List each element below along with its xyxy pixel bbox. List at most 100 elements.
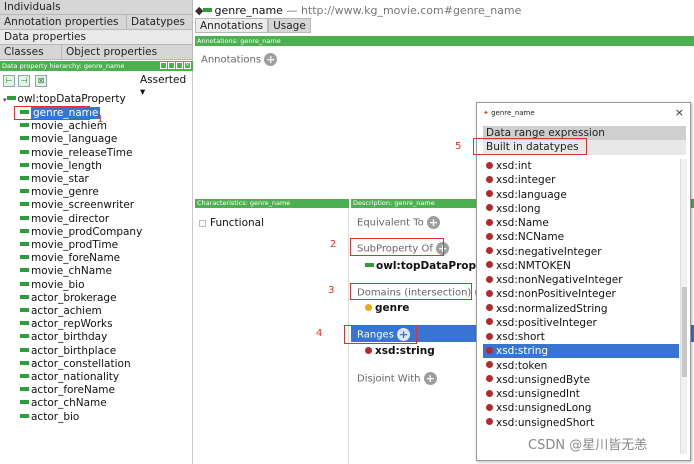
tree-item[interactable]: movie_length	[20, 160, 102, 173]
datatype-item[interactable]: xsd:positiveInteger	[483, 316, 679, 330]
tree-item-label: actor_birthday	[31, 331, 108, 344]
tree-item[interactable]: movie_prodCompany	[20, 226, 142, 239]
tree-item[interactable]: movie_screenwriter	[20, 199, 134, 212]
datatype-icon	[486, 389, 493, 397]
annotation-tabs: Annotations Usage	[195, 18, 311, 33]
datatype-item[interactable]: xsd:long	[483, 202, 679, 216]
marker-box-2	[350, 238, 444, 256]
tree-item[interactable]: actor_bio	[20, 411, 79, 424]
datatype-item[interactable]: xsd:NMTOKEN	[483, 259, 679, 273]
tree-item[interactable]: movie_star	[20, 173, 89, 186]
tree-item[interactable]: actor_chName	[20, 397, 107, 410]
datatype-icon	[486, 318, 493, 326]
tree-item[interactable]: actor_achiem	[20, 305, 102, 318]
datatype-item[interactable]: xsd:nonPositiveInteger	[483, 287, 679, 301]
datatype-item[interactable]: xsd:language	[483, 188, 679, 202]
tree-item[interactable]: movie_prodTime	[20, 239, 118, 252]
datatype-icon	[486, 289, 493, 297]
tree-item[interactable]: actor_birthplace	[20, 345, 116, 358]
marker-number-4: 4	[316, 328, 323, 339]
tree-item[interactable]: movie_genre	[20, 186, 99, 199]
tree-item[interactable]: actor_foreName	[20, 384, 115, 397]
datatype-item[interactable]: xsd:unsignedByte	[483, 373, 679, 387]
tree-item[interactable]: movie_director	[20, 213, 109, 226]
tab-classes[interactable]: Classes	[0, 45, 62, 60]
tree-item[interactable]: movie_bio	[20, 279, 85, 292]
datatype-item[interactable]: xsd:unsignedLong	[483, 401, 679, 415]
tree-item[interactable]: actor_constellation	[20, 358, 131, 371]
functional-label: Functional	[210, 217, 265, 229]
datatype-item[interactable]: xsd:unsignedShort	[483, 416, 679, 430]
close-view-icon[interactable]: ×	[184, 62, 191, 69]
domain-value[interactable]: genre	[365, 302, 409, 314]
datatype-item[interactable]: xsd:unsignedInt	[483, 387, 679, 401]
datatype-item[interactable]: xsd:nonNegativeInteger	[483, 273, 679, 287]
tree-item-label: actor_nationality	[31, 371, 120, 383]
datatype-icon	[486, 375, 493, 383]
datatype-item[interactable]: xsd:negativeInteger	[483, 245, 679, 259]
functional-checkbox[interactable]: Functional	[199, 217, 264, 229]
tab-data-properties[interactable]: Data properties	[0, 30, 193, 45]
data-property-icon	[20, 400, 29, 405]
datatype-item[interactable]: xsd:integer	[483, 173, 679, 187]
tree-root[interactable]: ▾ owl:topDataProperty	[3, 93, 126, 106]
pin-icon[interactable]	[160, 62, 167, 69]
add-sibling-icon[interactable]: ⊣	[18, 75, 30, 87]
add-annotation-icon[interactable]: +	[264, 53, 278, 66]
datatype-item[interactable]: xsd:string	[483, 344, 679, 359]
tree-item-label: movie_achiem	[31, 120, 107, 133]
tree-item[interactable]: movie_releaseTime	[20, 147, 132, 160]
tab-annotation-properties[interactable]: Annotation properties	[0, 15, 127, 30]
tree-item[interactable]: movie_chName	[20, 265, 112, 278]
datatype-label: xsd:NCName	[496, 231, 565, 244]
tree-item-label: movie_director	[31, 212, 110, 225]
tree-item[interactable]: movie_language	[20, 133, 117, 146]
checkbox-box[interactable]	[199, 219, 206, 227]
tree-item[interactable]: actor_nationality	[20, 371, 119, 384]
datatype-icon	[486, 247, 493, 254]
data-property-icon	[20, 189, 29, 194]
add-subproperty-icon[interactable]: ⊢	[3, 75, 15, 87]
datatype-item[interactable]: xsd:short	[483, 330, 679, 344]
scrollbar-thumb[interactable]	[682, 287, 687, 377]
hierarchy-header-label: Data property hierarchy: genre_name	[2, 62, 125, 70]
range-value[interactable]: xsd:string	[365, 345, 435, 357]
hierarchy-toolbar: ⊢ ⊣ ⊠ Asserted ▾	[0, 72, 193, 98]
tree-item[interactable]: movie_achiem	[20, 120, 107, 133]
datatype-item[interactable]: xsd:token	[483, 359, 679, 373]
tree-item[interactable]: actor_birthday	[20, 331, 107, 344]
tree-item-label: movie_releaseTime	[31, 146, 133, 159]
tab-usage[interactable]: Usage	[268, 18, 311, 33]
data-property-icon	[203, 8, 213, 12]
maximize-icon[interactable]	[176, 62, 183, 69]
close-icon[interactable]: ×	[675, 106, 684, 119]
data-property-icon	[20, 308, 29, 312]
datatype-icon	[486, 190, 493, 197]
nav-arrow-icon[interactable]: ◆	[195, 4, 203, 17]
delete-property-icon[interactable]: ⊠	[35, 75, 47, 87]
entity-name: genre_name	[214, 4, 283, 17]
add-equivalent-icon[interactable]: +	[426, 216, 440, 229]
marker-number-1: 1	[97, 114, 104, 125]
datatype-scrollbar[interactable]	[680, 159, 687, 454]
tab-object-properties[interactable]: Object properties	[62, 45, 193, 60]
tree-item-label: actor_foreName	[31, 384, 115, 397]
datatype-item[interactable]: xsd:NCName	[483, 230, 679, 244]
marker-box-1	[14, 106, 90, 120]
tree-item[interactable]: movie_foreName	[20, 252, 120, 265]
tab-annotations[interactable]: Annotations	[195, 18, 269, 33]
tree-item[interactable]: actor_brokerage	[20, 292, 117, 305]
data-property-icon	[20, 281, 29, 286]
datatype-item[interactable]: xsd:int	[483, 159, 679, 173]
restore-icon[interactable]	[168, 62, 175, 69]
add-disjoint-icon[interactable]: +	[423, 372, 437, 385]
tab-datatypes[interactable]: Datatypes	[127, 15, 193, 30]
data-property-icon	[20, 294, 29, 299]
marker-number-3: 3	[328, 285, 335, 296]
tab-individuals[interactable]: Individuals	[0, 0, 193, 15]
datatype-icon	[486, 403, 493, 411]
datatype-item[interactable]: xsd:normalizedString	[483, 302, 679, 316]
marker-box-4	[344, 325, 417, 344]
datatype-item[interactable]: xsd:Name	[483, 216, 679, 230]
tree-item[interactable]: actor_repWorks	[20, 318, 113, 331]
